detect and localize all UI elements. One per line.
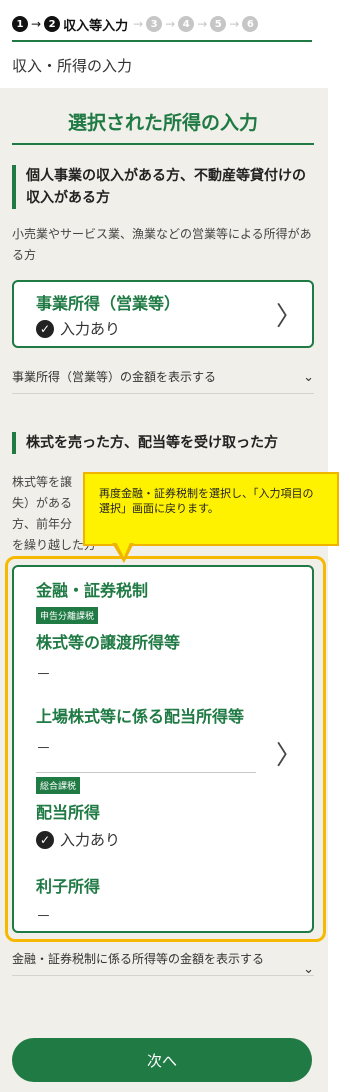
stocks-section-title: 株式を売った方、配当等を受け取った方 [12,432,316,454]
tooltip-callout: 再度金融・証券税制を選択し、「入力項目の選択」画面に戻ります。 [83,472,339,546]
step-indicator: 1 → 2 収入等入力 → 3 → 4 → 5 → 6 [12,8,312,42]
securities-toggle-label: 金融・証券税制に係る所得等の金額を表示する [12,952,265,966]
panel-title: 選択された所得の入力 [12,108,314,145]
chevron-down-icon: ⌄ [303,370,314,385]
check-icon: ✓ [36,319,54,338]
step-1-icon: 1 [12,16,28,32]
step-3-icon: 3 [146,16,163,32]
step-2-icon: 2 [44,16,61,32]
next-button[interactable]: 次へ [12,1038,312,1082]
arrow-icon: → [229,17,240,31]
arrow-icon: → [31,17,42,31]
business-toggle-label: 事業所得（営業等）の金額を表示する [12,370,217,384]
arrow-icon: → [165,17,176,31]
securities-amount-toggle[interactable]: 金融・証券税制に係る所得等の金額を表示する ⌄ [12,950,314,977]
chevron-right-icon: 〉 [275,302,302,332]
business-status: ✓ 入力あり [36,318,120,339]
business-description: 小売業やサービス業、漁業などの営業等による所得がある方 [12,227,312,262]
step-5-icon: 5 [210,16,227,32]
chevron-down-icon: ⌄ [303,962,314,977]
arrow-icon: → [197,17,208,31]
step-4-icon: 4 [178,16,195,32]
highlight-frame [5,556,326,942]
business-card-title: 事業所得（営業等） [36,294,181,313]
current-step-label: 収入等入力 [63,18,129,34]
tooltip-pointer-fill [115,540,131,557]
arrow-icon: → [133,17,144,31]
business-amount-toggle[interactable]: 事業所得（営業等）の金額を表示する ⌄ [12,368,314,394]
page-title: 収入・所得の入力 [12,57,133,75]
business-status-text: 入力あり [60,320,121,338]
business-section-title: 個人事業の収入がある方、不動産等貸付けの収入がある方 [12,165,316,209]
step-6-icon: 6 [242,16,259,32]
business-income-card[interactable]: 事業所得（営業等） ✓ 入力あり 〉 [12,280,314,348]
